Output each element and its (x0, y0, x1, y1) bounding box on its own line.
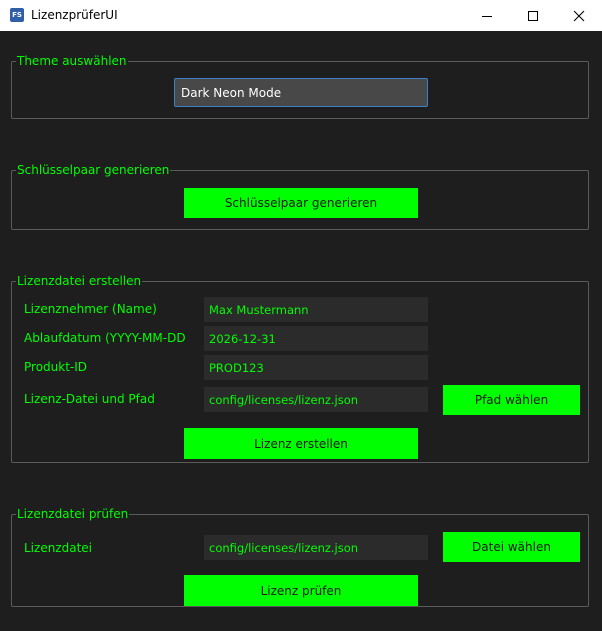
create-license-group-title: Lizenzdatei erstellen (17, 274, 142, 288)
keypair-group-title: Schlüsselpaar generieren (17, 163, 170, 177)
license-file-label: Lizenzdatei (24, 541, 92, 555)
minimize-button[interactable] (464, 0, 510, 31)
app-icon: FS (10, 8, 24, 22)
theme-select[interactable]: Dark Neon Mode (174, 78, 428, 107)
theme-select-value: Dark Neon Mode (181, 85, 282, 100)
license-path-field[interactable]: config/licenses/lizenz.json (204, 387, 428, 412)
choose-path-button[interactable]: Pfad wählen (443, 385, 580, 415)
window-title: LizenzprüferUI (31, 8, 118, 22)
client-area: Theme auswählen Dark Neon Mode Schlüssel… (0, 31, 602, 631)
expiry-label: Ablaufdatum (YYYY-MM-DD) (24, 331, 186, 345)
license-file-field[interactable]: config/licenses/lizenz.json (204, 535, 428, 560)
verify-license-group: Lizenzdatei prüfen Lizenzdatei config/li… (11, 507, 589, 607)
close-icon (573, 10, 585, 21)
verify-license-group-title: Lizenzdatei prüfen (17, 507, 129, 521)
licensee-field[interactable]: Max Mustermann (204, 297, 428, 322)
create-license-button[interactable]: Lizenz erstellen (184, 428, 418, 459)
close-button[interactable] (556, 0, 602, 31)
maximize-icon (528, 10, 538, 21)
product-id-field[interactable]: PROD123 (204, 355, 428, 380)
create-license-group: Lizenzdatei erstellen Lizenznehmer (Name… (11, 274, 589, 463)
title-bar[interactable]: FS LizenzprüferUI (0, 0, 602, 32)
license-path-label: Lizenz-Datei und Pfad (24, 392, 155, 406)
verify-license-button[interactable]: Lizenz prüfen (184, 575, 418, 606)
expiry-date-field[interactable]: 2026-12-31 (204, 326, 428, 351)
choose-file-button[interactable]: Datei wählen (443, 532, 580, 562)
maximize-button[interactable] (510, 0, 556, 31)
product-id-label: Produkt-ID (24, 360, 88, 374)
theme-group-title: Theme auswählen (17, 54, 127, 68)
keypair-group: Schlüsselpaar generieren Schlüsselpaar g… (11, 163, 589, 230)
generate-keypair-button[interactable]: Schlüsselpaar generieren (184, 188, 418, 218)
theme-group: Theme auswählen Dark Neon Mode (11, 54, 589, 119)
minimize-icon (482, 15, 492, 17)
licensee-label: Lizenznehmer (Name) (24, 302, 157, 316)
